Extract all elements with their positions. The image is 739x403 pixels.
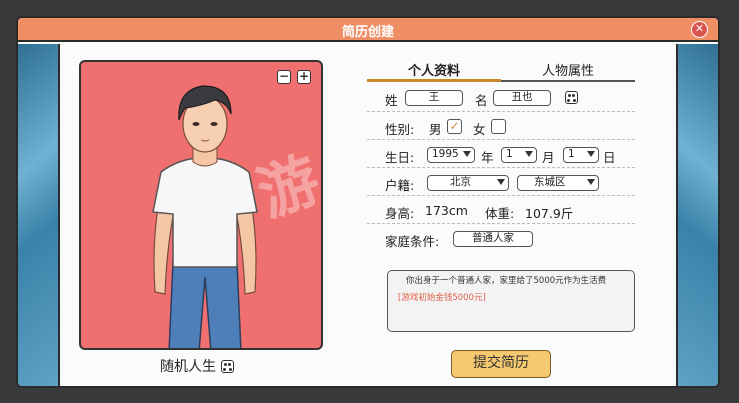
family-condition-select[interactable]: 普通人家 — [453, 231, 533, 247]
dialog-title: 简历创建 — [341, 25, 394, 40]
birth-day-select[interactable]: 1 — [563, 147, 599, 163]
dropdown-arrow-icon — [587, 179, 595, 185]
weight-value: 107.9斤 — [525, 206, 574, 221]
surname-label: 姓 — [385, 93, 398, 108]
dropdown-arrow-icon — [587, 151, 595, 157]
family-description-box: 你出身于一个普通人家，家里给了5000元作为生活费 [游戏初始金钱5000元] — [387, 270, 635, 332]
right-decor-panel — [676, 44, 718, 386]
district-value: 东城区 — [534, 176, 566, 188]
day-unit: 日 — [603, 150, 616, 165]
province-select[interactable]: 北京 — [427, 175, 509, 191]
hukou-label: 户籍: — [385, 178, 415, 193]
random-life-button[interactable]: 随机人生 — [160, 356, 234, 376]
game-screen: 简历创建 ✕ − + 随机人生 游 个人资料 人物属性 姓 王 名 丑也 性别:… — [0, 0, 739, 403]
random-life-label: 随机人生 — [160, 359, 216, 375]
hukou-row: 户籍: 北京 东城区 — [367, 168, 635, 196]
district-select[interactable]: 东城区 — [517, 175, 599, 191]
year-unit: 年 — [481, 150, 494, 165]
dropdown-arrow-icon — [497, 179, 505, 185]
resume-dialog: 简历创建 ✕ − + 随机人生 游 个人资料 人物属性 姓 王 名 丑也 性别:… — [16, 16, 720, 388]
family-row: 家庭条件: 普通人家 — [367, 224, 635, 252]
checkmark-icon: ✓ — [449, 119, 460, 133]
random-name-dice-icon[interactable] — [565, 91, 578, 104]
dropdown-arrow-icon — [463, 151, 471, 157]
dropdown-arrow-icon — [525, 151, 533, 157]
male-checkbox[interactable]: ✓ — [447, 119, 462, 134]
starting-money-note: [游戏初始金钱5000元] — [398, 293, 486, 303]
birth-month-value: 1 — [506, 148, 513, 160]
tab-bar: 个人资料 人物属性 — [367, 60, 635, 82]
gender-row: 性别: 男 ✓ 女 — [367, 112, 635, 140]
height-value: 173cm — [425, 203, 468, 218]
body-stats-row: 身高: 173cm 体重: 107.9斤 — [367, 196, 635, 224]
tab-attributes[interactable]: 人物属性 — [501, 60, 635, 82]
height-label: 身高: — [385, 206, 415, 221]
gender-label: 性别: — [385, 122, 415, 137]
tab-personal-info[interactable]: 个人资料 — [367, 60, 501, 82]
name-row: 姓 王 名 丑也 — [367, 84, 635, 112]
female-checkbox[interactable] — [491, 119, 506, 134]
family-description: 你出身于一个普通人家，家里给了5000元作为生活费 — [406, 276, 607, 286]
province-value: 北京 — [450, 176, 471, 188]
birthday-row: 生日: 1995 年 1 月 1 日 — [367, 140, 635, 168]
left-decor-panel — [18, 44, 60, 386]
birth-year-value: 1995 — [432, 148, 459, 160]
title-bar: 简历创建 ✕ — [18, 18, 718, 42]
birthday-label: 生日: — [385, 150, 415, 165]
given-name-input[interactable]: 丑也 — [493, 90, 551, 106]
month-unit: 月 — [542, 150, 555, 165]
birth-year-select[interactable]: 1995 — [427, 147, 475, 163]
surname-input[interactable]: 王 — [405, 90, 463, 106]
male-label: 男 — [429, 122, 442, 137]
close-icon: ✕ — [694, 22, 705, 35]
birth-day-value: 1 — [568, 148, 575, 160]
dialog-content: − + 随机人生 游 个人资料 人物属性 姓 王 名 丑也 性别: 男 ✓ 女 … — [62, 44, 674, 386]
close-button[interactable]: ✕ — [691, 21, 708, 38]
given-name-label: 名 — [475, 93, 488, 108]
weight-label: 体重: — [485, 206, 515, 221]
family-label: 家庭条件: — [385, 234, 440, 249]
dice-icon — [221, 359, 234, 373]
birth-month-select[interactable]: 1 — [501, 147, 537, 163]
submit-resume-button[interactable]: 提交简历 — [451, 350, 551, 378]
female-label: 女 — [473, 122, 486, 137]
